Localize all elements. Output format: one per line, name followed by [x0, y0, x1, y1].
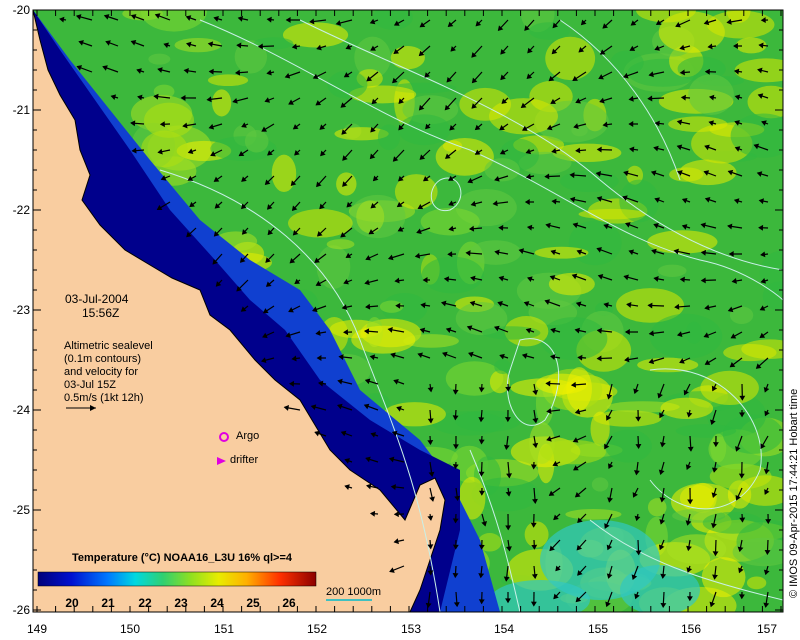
sst-patch [212, 89, 232, 117]
legend-line-3: and velocity for [64, 366, 138, 378]
colorbar-tick: 22 [138, 596, 152, 610]
sst-patch [578, 208, 646, 220]
credit-text: © IMOS 09-Apr-2015 17:44:21 Hobart time [788, 388, 800, 598]
sst-patch [637, 357, 699, 373]
sst-patch [657, 264, 687, 277]
sst-patch [528, 22, 571, 40]
sst-patch [730, 113, 783, 158]
lat-tick: -25 [12, 503, 30, 517]
sst-patch [660, 397, 714, 420]
sst-patch [571, 124, 588, 137]
sst-patch [482, 326, 541, 340]
sst-patch [568, 220, 622, 266]
sst-patch [207, 74, 249, 87]
lon-tick: 151 [213, 622, 235, 636]
sst-patch [271, 154, 297, 193]
sst-patch [373, 10, 413, 30]
colorbar-tick: 24 [210, 596, 224, 610]
sst-patch [524, 521, 549, 548]
sst-patch [148, 53, 171, 65]
sst-patch [649, 313, 723, 359]
sst-patch [455, 410, 521, 432]
legend-line-5: 0.5m/s (1kt 12h) [64, 392, 144, 404]
sst-patch [336, 172, 357, 196]
lat-tick: -24 [12, 403, 30, 417]
lat-tick: -26 [12, 603, 30, 617]
sst-patch [421, 256, 484, 294]
sst-patch [326, 239, 355, 250]
lon-tick: 150 [119, 622, 141, 636]
sst-patch [469, 240, 522, 265]
colorbar-title: Temperature (°C) NOAA16_L3U 16% ql>=4 [72, 552, 292, 564]
sst-patch [420, 207, 480, 236]
lon-tick: 153 [400, 622, 422, 636]
lon-tick: 157 [756, 622, 778, 636]
lon-tick: 149 [26, 622, 48, 636]
sst-patch [593, 410, 662, 427]
sst-patch [701, 557, 746, 598]
legend-line-1: Altimetric sealevel [64, 340, 153, 352]
sst-patch [351, 325, 416, 354]
lon-tick: 152 [306, 622, 328, 636]
sst-patch [723, 344, 777, 362]
sst-patch [700, 370, 759, 406]
sst-patch [540, 439, 606, 465]
sst-patch [565, 509, 622, 520]
lat-tick: -20 [12, 3, 30, 17]
lon-tick: 154 [493, 622, 515, 636]
sst-patch [647, 498, 667, 517]
sst-patch [591, 477, 609, 492]
sst-patch [244, 129, 269, 153]
depth-scale-label: 200 1000m [326, 586, 382, 598]
sst-patch [356, 200, 385, 234]
sst-patch [489, 370, 510, 394]
sst-patch [494, 359, 511, 375]
sst-patch [560, 170, 619, 193]
lat-tick: -21 [12, 103, 30, 117]
sst-patch [722, 414, 783, 454]
colorbar [37, 571, 317, 587]
sst-patch [539, 317, 608, 361]
colorbar-tick: 23 [174, 596, 188, 610]
colorbar-tick: 21 [101, 596, 115, 610]
sst-patch [605, 429, 652, 463]
map-date: 03-Jul-2004 [65, 292, 129, 306]
lat-tick: -22 [12, 203, 30, 217]
sst-patch [398, 114, 451, 146]
legend-line-4: 03-Jul 15Z [64, 379, 116, 391]
lat-tick: -23 [12, 303, 30, 317]
sst-patch [702, 511, 763, 534]
colorbar-tick: 26 [282, 596, 296, 610]
sst-patch [706, 10, 775, 39]
sst-patch [688, 74, 734, 116]
lon-tick: 156 [680, 622, 702, 636]
sst-patch [734, 58, 783, 83]
argo-label: Argo [236, 430, 260, 442]
sst-map [32, 9, 784, 613]
drifter-label: drifter [230, 454, 259, 466]
sst-patch [377, 124, 401, 151]
colorbar-tick: 25 [246, 596, 260, 610]
lon-tick: 155 [587, 622, 609, 636]
sst-patch [647, 230, 718, 254]
map-time: 15:56Z [82, 306, 120, 320]
sst-patch [746, 576, 767, 590]
sst-patch [747, 85, 783, 119]
sst-patch [548, 272, 595, 296]
sst-patch [490, 580, 590, 612]
sst-patch [545, 36, 596, 81]
colorbar-tick: 20 [65, 596, 79, 610]
legend-line-2: (0.1m contours) [64, 353, 142, 365]
sst-patch [610, 50, 644, 76]
